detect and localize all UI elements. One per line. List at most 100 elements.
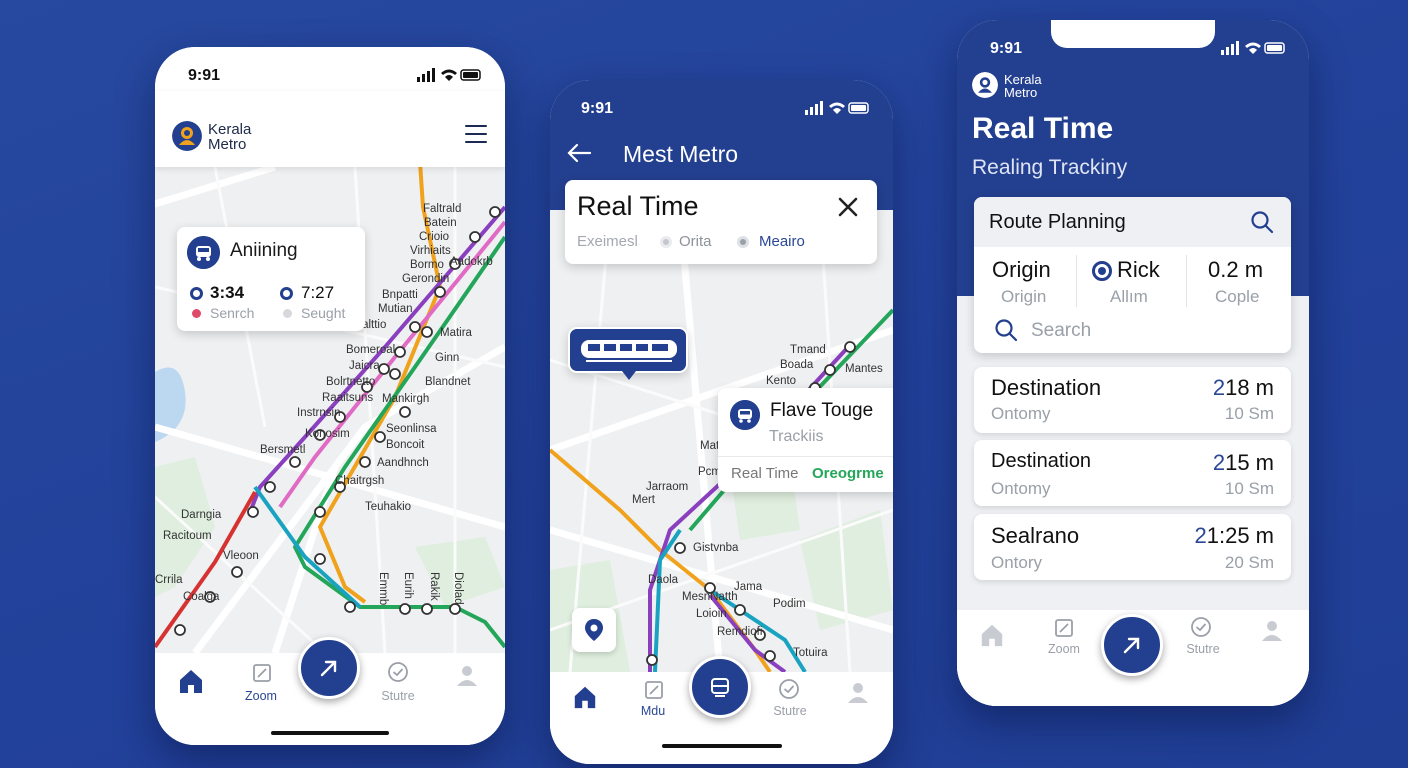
profile-icon[interactable]: [846, 680, 870, 704]
close-icon[interactable]: [837, 196, 859, 218]
nav-mdu-label[interactable]: Mdu: [618, 704, 688, 718]
station-label: Seonlinsa: [386, 423, 437, 435]
station-marker[interactable]: [374, 431, 386, 443]
station-marker[interactable]: [764, 650, 776, 662]
zoom-edit-icon[interactable]: [252, 663, 272, 683]
station-marker[interactable]: [674, 542, 686, 554]
navigate-fab-button[interactable]: [298, 637, 360, 699]
station-marker[interactable]: [389, 368, 401, 380]
station-marker[interactable]: [314, 506, 326, 518]
option-b-dot: [660, 236, 672, 248]
station-label: Konosim: [305, 428, 350, 440]
station-marker[interactable]: [489, 206, 501, 218]
popup-legend-a: Senrch: [210, 305, 255, 321]
bottom-nav: Mdu Stutre: [550, 656, 893, 764]
filter-option-b[interactable]: Orita: [679, 233, 712, 250]
station-marker[interactable]: [824, 364, 836, 376]
back-arrow-icon[interactable]: [566, 142, 592, 164]
menu-icon[interactable]: [465, 125, 487, 143]
train-fab-button[interactable]: [689, 656, 751, 718]
station-marker[interactable]: [646, 654, 658, 666]
row-distance: 21:25 m: [1194, 523, 1274, 549]
station-marker[interactable]: [421, 603, 433, 615]
station-label: Daola: [648, 574, 679, 586]
station-marker[interactable]: [469, 231, 481, 243]
profile-icon[interactable]: [1260, 618, 1284, 642]
station-marker[interactable]: [174, 624, 186, 636]
bus-icon: [187, 236, 220, 269]
distance-label: Cople: [1215, 287, 1260, 306]
check-circle-icon[interactable]: [778, 678, 800, 700]
destination-row[interactable]: Sealrano Ontory 21:25 m 20 Sm: [974, 514, 1291, 580]
station-label: Crioio: [419, 231, 449, 243]
station-marker[interactable]: [421, 326, 433, 338]
brand-line-1: Kerala: [208, 121, 252, 138]
station-marker[interactable]: [399, 603, 411, 615]
brand-name: Kerala Metro: [208, 122, 251, 152]
destination-row[interactable]: Destination Ontomy 218 m 10 Sm: [974, 367, 1291, 433]
edit-icon[interactable]: [644, 680, 664, 700]
row-distance-prefix: 2: [1194, 523, 1207, 548]
train-marker[interactable]: [568, 327, 688, 380]
search-icon[interactable]: [1250, 210, 1274, 234]
distance-value: 0.2 m: [1208, 257, 1264, 282]
station-label: Aandhnch: [377, 457, 429, 469]
nav-stutre-label[interactable]: Stutre: [363, 689, 433, 703]
nav-zoom-label[interactable]: Zoom: [226, 689, 296, 703]
train-front-icon: [711, 678, 729, 697]
station-label: Racitoum: [163, 530, 212, 542]
nav-zoom-label[interactable]: Zoom: [1029, 642, 1099, 656]
check-circle-icon[interactable]: [1190, 616, 1212, 638]
destination-row[interactable]: Destination Ontomy 215 m 10 Sm: [974, 440, 1291, 506]
station-marker[interactable]: [247, 506, 259, 518]
filter-option-a[interactable]: Exeimesl: [577, 233, 638, 250]
train-icon: [581, 340, 677, 362]
locate-button[interactable]: [572, 608, 616, 652]
station-marker[interactable]: [359, 456, 371, 468]
nav-stutre-label[interactable]: Stutre: [755, 704, 825, 718]
station-marker[interactable]: [344, 601, 356, 613]
row-name: Sealrano: [991, 523, 1080, 548]
station-label: Bnpatti: [382, 289, 418, 301]
station-marker[interactable]: [289, 456, 301, 468]
station-marker[interactable]: [394, 346, 406, 358]
station-marker[interactable]: [409, 321, 421, 333]
station-label: Totuira: [793, 647, 828, 659]
home-icon[interactable]: [177, 667, 205, 695]
metro-map[interactable]: TmandBoadaKentoMantesBmitaMoimiteAlaimMe…: [550, 210, 893, 672]
home-icon[interactable]: [979, 622, 1005, 648]
home-icon[interactable]: [572, 684, 598, 710]
search-input[interactable]: Search: [1031, 320, 1091, 342]
station-marker[interactable]: [734, 604, 746, 616]
realtime-filter-card: Real Time Exeimesl Orita Meairo: [565, 180, 877, 264]
metro-map[interactable]: Faltrald Batein Crioio Virhiaits Bormo Gerond…: [155, 167, 505, 653]
station-label: Boncoit: [386, 439, 425, 451]
nav-stutre-label[interactable]: Stutre: [1168, 642, 1238, 656]
station-marker[interactable]: [844, 341, 856, 353]
station-label: Kento: [766, 375, 796, 387]
rick-radio-icon[interactable]: [1092, 261, 1112, 281]
station-marker[interactable]: [231, 566, 243, 578]
station-marker[interactable]: [434, 286, 446, 298]
status-time: 9:91: [188, 67, 221, 84]
phone-route-planning-screen: 9:91 Kerala Metro Real Time Realing Trac…: [957, 20, 1309, 706]
navigate-fab-button[interactable]: [1101, 614, 1163, 676]
station-label: Bersmetl: [260, 444, 305, 456]
station-marker[interactable]: [264, 481, 276, 493]
check-circle-icon[interactable]: [387, 661, 409, 683]
station-marker[interactable]: [449, 603, 461, 615]
filter-option-c[interactable]: Meairo: [759, 233, 805, 250]
train-info-card[interactable]: Flave Touge Trackiis Real Time Oreogrme: [718, 388, 893, 492]
station-label: Instrnsin: [297, 407, 340, 419]
arrow-up-right-icon: [1123, 637, 1140, 654]
station-label: Mantes: [845, 363, 883, 375]
station-label: Batein: [424, 217, 457, 229]
station-marker[interactable]: [399, 406, 411, 418]
station-marker[interactable]: [314, 553, 326, 565]
profile-icon[interactable]: [455, 663, 479, 687]
zoom-edit-icon[interactable]: [1054, 618, 1074, 638]
arrival-popup[interactable]: Aniining 3:34 7:27 Senrch Seught: [177, 227, 365, 331]
station-marker[interactable]: [378, 363, 390, 375]
status-bar: 9:91: [957, 20, 1309, 66]
time-a-dot-icon: [190, 287, 203, 300]
